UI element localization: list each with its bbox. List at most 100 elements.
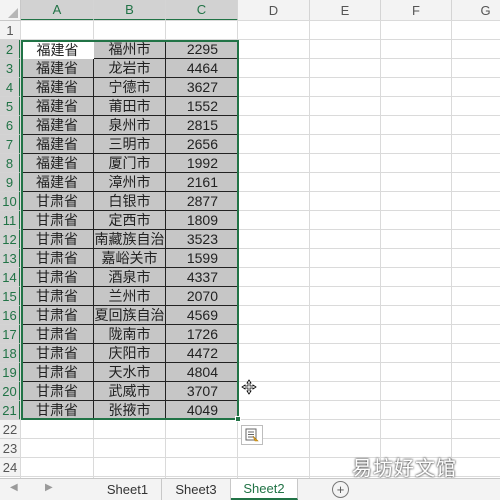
spreadsheet-grid[interactable]: A B C D E F G 1 2 3 4 5 6 7 8 9 10 11 12 13 14 15 16 17 18 19 20 21… [0,0,500,478]
table-cell[interactable]: 甘肃省 [21,382,94,401]
column-header-b[interactable]: B [94,0,166,21]
add-sheet-button[interactable]: + [332,481,349,498]
active-cell[interactable]: 福建省 [21,40,94,59]
table-cell[interactable]: 甘肃省 [21,249,94,268]
table-cell[interactable]: 天水市 [94,363,166,382]
row-header-14[interactable]: 14 [0,268,21,287]
table-cell[interactable]: 漳州市 [94,173,166,192]
row-header-22[interactable]: 22 [0,420,21,439]
row-header-5[interactable]: 5 [0,97,21,116]
row-header-18[interactable]: 18 [0,344,21,363]
fill-handle[interactable] [235,416,241,422]
table-cell[interactable]: 2161 [166,173,238,192]
row-header-1[interactable]: 1 [0,21,21,40]
table-cell[interactable]: 甘肃省 [21,344,94,363]
row-header-17[interactable]: 17 [0,325,21,344]
sheet-tab-0[interactable]: Sheet1 [94,479,162,500]
table-cell[interactable]: 宁德市 [94,78,166,97]
table-cell[interactable]: 甘肃省 [21,363,94,382]
table-cell[interactable]: 甘肃省 [21,401,94,420]
table-cell[interactable]: 2877 [166,192,238,211]
row-header-12[interactable]: 12 [0,230,21,249]
table-cell[interactable]: 3523 [166,230,238,249]
column-header-c[interactable]: C [166,0,238,21]
row-header-19[interactable]: 19 [0,363,21,382]
table-cell[interactable]: 甘肃省 [21,287,94,306]
table-cell[interactable]: 福建省 [21,154,94,173]
row-header-8[interactable]: 8 [0,154,21,173]
row-header-6[interactable]: 6 [0,116,21,135]
table-cell[interactable]: 3707 [166,382,238,401]
tab-next-arrow-icon[interactable]: ▶ [45,482,53,493]
table-cell[interactable]: 3627 [166,78,238,97]
column-header-e[interactable]: E [310,0,381,21]
row-header-20[interactable]: 20 [0,382,21,401]
sheet-tab-1[interactable]: Sheet3 [162,479,231,500]
row-header-11[interactable]: 11 [0,211,21,230]
table-cell[interactable]: 陇南市 [94,325,166,344]
table-cell[interactable]: 泉州市 [94,116,166,135]
row-header-23[interactable]: 23 [0,439,21,458]
table-cell[interactable]: 1552 [166,97,238,116]
table-cell[interactable]: 4569 [166,306,238,325]
row-header-4[interactable]: 4 [0,78,21,97]
row-header-15[interactable]: 15 [0,287,21,306]
row-header-13[interactable]: 13 [0,249,21,268]
row-header-2[interactable]: 2 [0,40,21,59]
table-cell[interactable]: 福建省 [21,135,94,154]
quick-analysis-button[interactable] [241,425,263,445]
table-cell[interactable]: 武威市 [94,382,166,401]
row-header-9[interactable]: 9 [0,173,21,192]
table-cell[interactable]: 福建省 [21,173,94,192]
table-cell[interactable]: 莆田市 [94,97,166,116]
table-cell[interactable]: 甘肃省 [21,325,94,344]
table-cell[interactable]: 甘肃省 [21,230,94,249]
table-cell[interactable]: 1726 [166,325,238,344]
table-cell[interactable]: 2656 [166,135,238,154]
table-cell[interactable]: 4804 [166,363,238,382]
table-cell[interactable]: 甘肃省 [21,192,94,211]
row-header-21[interactable]: 21 [0,401,21,420]
table-cell[interactable]: 甘肃省 [21,211,94,230]
table-cell[interactable]: 夏回族自治 [94,306,166,325]
table-cell[interactable]: 三明市 [94,135,166,154]
column-header-a[interactable]: A [21,0,94,21]
table-cell[interactable]: 4337 [166,268,238,287]
table-cell[interactable]: 福建省 [21,97,94,116]
table-cell[interactable]: 定西市 [94,211,166,230]
row-header-10[interactable]: 10 [0,192,21,211]
sheet-tab-2[interactable]: Sheet2 [231,479,298,500]
column-header-g[interactable]: G [452,0,500,21]
column-header-f[interactable]: F [381,0,452,21]
table-cell[interactable]: 福州市 [94,40,166,59]
table-cell[interactable]: 4049 [166,401,238,420]
table-cell[interactable]: 兰州市 [94,287,166,306]
table-cell[interactable]: 福建省 [21,116,94,135]
table-cell[interactable]: 庆阳市 [94,344,166,363]
row-header-16[interactable]: 16 [0,306,21,325]
select-all-corner[interactable] [0,0,21,21]
table-cell[interactable]: 龙岩市 [94,59,166,78]
table-cell[interactable]: 甘肃省 [21,306,94,325]
table-cell[interactable]: 嘉峪关市 [94,249,166,268]
table-cell[interactable]: 福建省 [21,59,94,78]
table-cell[interactable]: 2070 [166,287,238,306]
table-cell[interactable]: 南藏族自治 [94,230,166,249]
table-cell[interactable]: 厦门市 [94,154,166,173]
table-cell[interactable]: 张掖市 [94,401,166,420]
row-header-7[interactable]: 7 [0,135,21,154]
table-cell[interactable]: 2295 [166,40,238,59]
column-header-d[interactable]: D [238,0,310,21]
row-header-3[interactable]: 3 [0,59,21,78]
table-cell[interactable]: 1599 [166,249,238,268]
table-cell[interactable]: 酒泉市 [94,268,166,287]
table-cell[interactable]: 4464 [166,59,238,78]
tab-prev-arrow-icon[interactable]: ◀ [10,482,18,493]
table-cell[interactable]: 1809 [166,211,238,230]
table-cell[interactable]: 2815 [166,116,238,135]
table-cell[interactable]: 福建省 [21,78,94,97]
table-cell[interactable]: 甘肃省 [21,268,94,287]
table-cell[interactable]: 1992 [166,154,238,173]
table-cell[interactable]: 4472 [166,344,238,363]
row-header-24[interactable]: 24 [0,458,21,477]
